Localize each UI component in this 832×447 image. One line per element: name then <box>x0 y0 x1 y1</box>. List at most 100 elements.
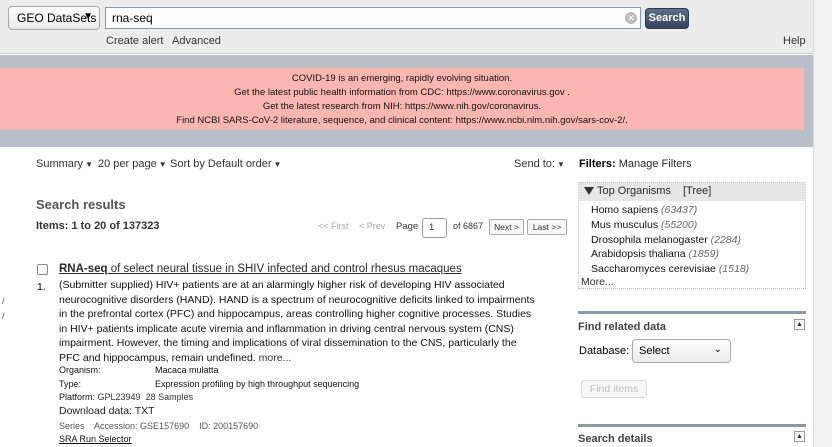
filters-title: Filters: <box>579 158 616 170</box>
platform-row: Platform: GPL23949 28 Samples <box>59 392 193 402</box>
result-description-text: (Submitter supplied) HIV+ patients are a… <box>59 279 535 364</box>
tree-link[interactable]: [Tree] <box>683 185 711 197</box>
collapse-triangle-icon[interactable] <box>584 187 594 195</box>
search-button[interactable]: Search <box>645 8 689 29</box>
sort-menu[interactable]: Sort by Default order ▼ <box>170 158 281 170</box>
left-edge-mark: / <box>2 311 5 321</box>
page-total: of 6867 <box>453 221 484 231</box>
result-description: (Submitter supplied) HIV+ patients are a… <box>59 278 539 365</box>
result-title-rest: of select neural tissue in SHIV infected… <box>107 263 462 275</box>
collapse-section-icon[interactable]: ▲ <box>794 319 805 330</box>
create-alert-link[interactable]: Create alert <box>106 35 163 47</box>
organism-count: (2284) <box>710 234 742 246</box>
per-page-label: 20 per page <box>98 158 157 170</box>
top-organisms-title[interactable]: Top Organisms <box>597 185 671 197</box>
result-id: ID: 200157690 <box>199 421 259 431</box>
result-checkbox[interactable] <box>37 264 48 275</box>
find-items-button[interactable]: Find items <box>581 380 647 398</box>
page-scrollbar[interactable] <box>813 0 832 447</box>
send-to-menu[interactable]: Send to: ▼ <box>514 158 565 170</box>
caret-down-icon: ▼ <box>273 160 282 169</box>
caret-down-icon: ▼ <box>556 160 565 169</box>
page-number-input[interactable]: 1 <box>422 218 447 238</box>
result-title-keyword: RNA-seq <box>59 263 108 275</box>
summary-format-menu[interactable]: Summary ▼ <box>36 158 93 170</box>
result-title-link[interactable]: RNA-seq of select neural tissue in SHIV … <box>59 263 462 275</box>
help-link[interactable]: Help <box>783 35 806 47</box>
covid-line-3-suffix: . <box>538 101 542 112</box>
section-divider <box>578 311 806 314</box>
sars-cov-2-link[interactable]: https://www.ncbi.nlm.nih.gov/sars-cov-2/ <box>456 115 625 126</box>
cdc-link[interactable]: https://www.coronavirus.gov <box>446 87 564 98</box>
covid-line-2-text: Get the latest public health information… <box>234 87 447 98</box>
collapse-section-icon[interactable]: ▲ <box>794 431 805 442</box>
prev-page-link[interactable]: < Prev <box>359 221 385 231</box>
type-value: Expression profiling by high throughput … <box>155 379 360 389</box>
left-edge-mark: / <box>2 296 5 306</box>
more-link[interactable]: more... <box>259 352 292 364</box>
summary-label: Summary <box>36 158 84 170</box>
search-bar: GEO DataSets ▼ rna-seq ✕ Search Create a… <box>0 0 813 54</box>
organism-filter-item[interactable]: Homo sapiens (63437) <box>591 204 697 216</box>
sort-label: Sort by Default order <box>170 158 272 170</box>
organism-label: Organism: <box>59 365 101 375</box>
platform-link[interactable]: GPL23949 <box>98 392 141 402</box>
database-dropdown[interactable]: Select ⌄ <box>632 339 731 363</box>
search-input-value: rna-seq <box>112 11 153 25</box>
organism-name: Homo sapiens <box>591 204 659 216</box>
organism-name: Mus musculus <box>591 219 659 231</box>
covid-line-3-text: Get the latest research from NIH: <box>262 101 405 112</box>
search-input[interactable]: rna-seq <box>105 7 641 29</box>
organism-name: Drosophila melanogaster <box>591 234 708 246</box>
database-dropdown-value: Select <box>639 345 670 357</box>
organism-count: (1518) <box>718 263 750 275</box>
caret-down-icon: ▼ <box>85 160 93 169</box>
clear-search-icon[interactable]: ✕ <box>625 12 637 24</box>
more-organisms-link[interactable]: More... <box>581 276 614 288</box>
top-organisms-header[interactable]: Top Organisms [Tree] <box>579 183 805 201</box>
series-label: Series <box>59 421 85 431</box>
covid-line-3: Get the latest research from NIH: https:… <box>0 100 804 114</box>
last-page-button[interactable]: Last >> <box>527 219 567 235</box>
nih-link[interactable]: https://www.nih.gov/coronavirus <box>405 101 539 112</box>
platform-label: Platform: <box>59 392 96 402</box>
filters-label: Filters: Manage Filters <box>579 158 692 170</box>
manage-filters-link[interactable]: Manage Filters <box>619 158 692 170</box>
chevron-down-icon: ▼ <box>83 11 93 22</box>
items-count: Items: 1 to 20 of 137323 <box>36 220 160 232</box>
section-divider <box>578 424 806 427</box>
per-page-menu[interactable]: 20 per page ▼ <box>98 158 167 170</box>
covid-line-1: COVID-19 is an emerging, rapidly evolvin… <box>291 73 513 84</box>
organism-name: Arabidopsis thaliana <box>591 248 686 260</box>
organism-name: Saccharomyces cerevisiae <box>591 263 716 275</box>
organism-filter-item[interactable]: Drosophila melanogaster (2284) <box>591 234 741 246</box>
series-row: Series Accession: GSE157690 ID: 20015769… <box>59 421 258 431</box>
result-number: 1. <box>37 281 46 293</box>
chevron-down-icon: ⌄ <box>713 344 722 355</box>
samples-link[interactable]: 28 Samples <box>146 392 194 402</box>
organism-count: (55200) <box>661 219 698 231</box>
search-results-heading: Search results <box>36 197 126 212</box>
next-page-button[interactable]: Next > <box>489 219 524 235</box>
find-related-data-heading: Find related data <box>578 321 667 333</box>
page-label: Page <box>396 221 419 232</box>
type-label: Type: <box>59 379 82 389</box>
sra-run-selector-link[interactable]: SRA Run Selector <box>59 434 132 444</box>
search-details-heading: Search details <box>578 433 653 445</box>
covid-banner: COVID-19 is an emerging, rapidly evolvin… <box>0 68 804 130</box>
covid-line-2-suffix: . <box>564 87 570 98</box>
organism-filter-item[interactable]: Saccharomyces cerevisiae (1518) <box>591 263 749 275</box>
top-organisms-panel: Top Organisms [Tree] Homo sapiens (63437… <box>578 182 806 289</box>
database-select[interactable]: GEO DataSets ▼ <box>8 6 100 30</box>
covid-line-4-text: Find NCBI SARS-CoV-2 literature, sequenc… <box>176 115 456 126</box>
download-data[interactable]: Download data: TXT <box>59 405 155 417</box>
organism-filter-item[interactable]: Mus musculus (55200) <box>591 219 697 231</box>
covid-line-4-suffix: . <box>625 115 628 126</box>
accession: Accession: GSE157690 <box>94 421 190 431</box>
database-label: Database: <box>579 345 630 357</box>
first-page-link[interactable]: << First <box>318 221 349 231</box>
send-to-label: Send to: <box>514 158 555 170</box>
organism-filter-item[interactable]: Arabidopsis thaliana (1859) <box>591 248 719 260</box>
advanced-search-link[interactable]: Advanced <box>172 35 221 47</box>
covid-line-4: Find NCBI SARS-CoV-2 literature, sequenc… <box>0 114 804 128</box>
